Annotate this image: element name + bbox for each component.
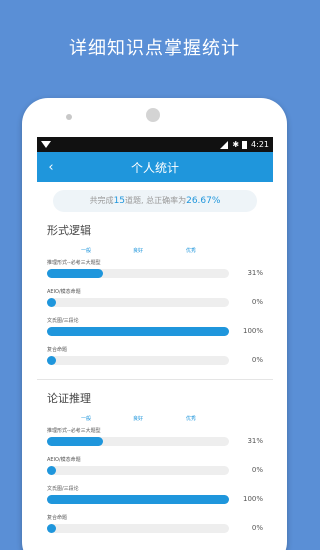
- progress-percent: 100%: [242, 495, 263, 503]
- progress-track: [47, 356, 229, 365]
- progress-fill: [47, 495, 229, 504]
- phone-camera: [146, 108, 160, 122]
- bluetooth-icon: ✱: [232, 140, 240, 149]
- progress-percent: 31%: [247, 269, 263, 277]
- back-icon[interactable]: ‹: [37, 160, 65, 175]
- progress-percent: 31%: [247, 437, 263, 445]
- promo-headline: 详细知识点掌握统计: [69, 38, 240, 59]
- progress-knob: [47, 356, 56, 365]
- stats-sections: 形式逻辑 一般 良好 优秀 推理形式--必考三大题型 31% AEIO/模态命题 0% 文氏图/…: [37, 222, 273, 541]
- topic-row[interactable]: AEIO/模态命题 0%: [47, 286, 265, 315]
- topic-label: AEIO/模态命题: [47, 457, 81, 463]
- progress-percent: 0%: [251, 466, 263, 474]
- progress-fill: [47, 269, 104, 278]
- topic-label: 复合命题: [47, 515, 68, 521]
- status-bar: ✱ 4:21: [37, 137, 273, 152]
- wifi-icon: [41, 141, 51, 148]
- legend-label: 一般: [81, 416, 92, 422]
- progress-track: [47, 437, 229, 446]
- section-title: 形式逻辑: [47, 224, 91, 237]
- battery-icon: [242, 140, 248, 149]
- progress-track: [47, 466, 229, 475]
- progress-knob: [47, 466, 56, 475]
- progress-knob: [47, 298, 56, 307]
- progress-percent: 0%: [251, 356, 263, 364]
- phone-screen: ✱ 4:21 ‹ 个人统计 共完成15道题, 总正确率为26.67% 形式逻辑一…: [37, 137, 273, 550]
- topic-label: 复合命题: [47, 347, 68, 353]
- topic-row[interactable]: 文氏图/三段论 100%: [47, 483, 265, 512]
- topic-row[interactable]: 文氏图/三段论 100%: [47, 315, 265, 344]
- progress-track: [47, 524, 229, 533]
- progress-track: [47, 495, 229, 504]
- level-legend: 一般 良好 优秀: [37, 415, 273, 425]
- status-time: 4:21: [251, 140, 269, 149]
- topic-label: 文氏图/三段论: [47, 318, 79, 324]
- completed-count: 15: [113, 196, 126, 206]
- topic-label: 推理形式--必考三大题型: [47, 260, 101, 266]
- progress-fill: [47, 327, 229, 336]
- legend-label: 良好: [133, 416, 144, 422]
- legend-label: 优秀: [186, 416, 197, 422]
- legend-label: 优秀: [186, 248, 197, 254]
- topic-row[interactable]: AEIO/模态命题 0%: [47, 454, 265, 483]
- progress-track: [47, 298, 229, 307]
- topic-label: 文氏图/三段论: [47, 486, 79, 492]
- summary-banner: 共完成15道题, 总正确率为26.67%: [53, 190, 257, 212]
- topic-row[interactable]: 复合命题 0%: [47, 512, 265, 541]
- legend-label: 一般: [81, 248, 92, 254]
- accuracy-rate: 26.67%: [186, 196, 221, 206]
- progress-knob: [47, 524, 56, 533]
- section-title: 论证推理: [47, 392, 91, 405]
- progress-percent: 0%: [251, 524, 263, 532]
- progress-percent: 0%: [251, 298, 263, 306]
- legend-label: 良好: [133, 248, 144, 254]
- signal-icon: [220, 140, 229, 149]
- progress-fill: [47, 437, 104, 446]
- topic-row[interactable]: 推理形式--必考三大题型 31%: [47, 425, 265, 454]
- progress-percent: 100%: [242, 327, 263, 335]
- topic-label: 推理形式--必考三大题型: [47, 428, 101, 434]
- topic-row[interactable]: 复合命题 0%: [47, 344, 265, 373]
- page-title: 个人统计: [130, 160, 179, 175]
- topic-row[interactable]: 推理形式--必考三大题型 31%: [47, 257, 265, 286]
- progress-track: [47, 269, 229, 278]
- section-divider: [37, 379, 273, 380]
- level-legend: 一般 良好 优秀: [37, 247, 273, 257]
- progress-track: [47, 327, 229, 336]
- topic-label: AEIO/模态命题: [47, 289, 81, 295]
- app-bar: ‹ 个人统计: [37, 152, 273, 182]
- phone-speaker: [66, 114, 72, 120]
